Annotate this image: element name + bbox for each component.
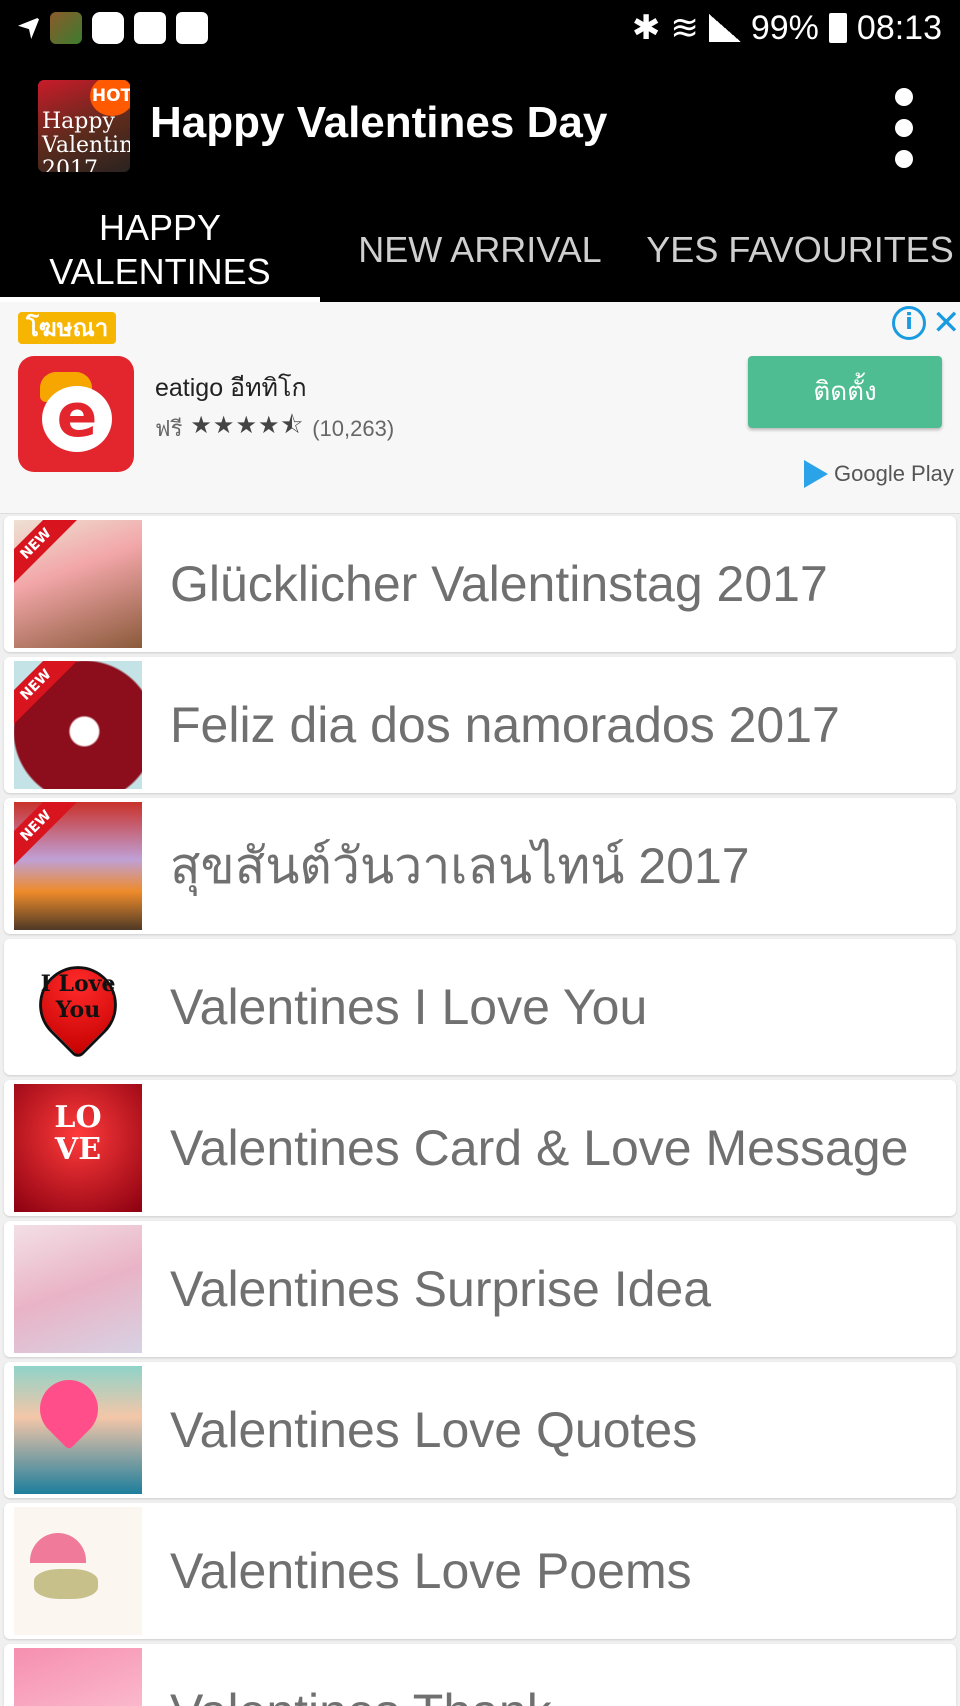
app-logo-text: Happy Valentine's 2017 bbox=[42, 109, 130, 173]
item-title: Valentines Surprise Idea bbox=[170, 1261, 712, 1317]
umbrella-icon bbox=[30, 1533, 86, 1563]
bluetooth-icon: ✱ bbox=[631, 9, 661, 47]
item-thumbnail bbox=[14, 1225, 142, 1353]
play-store-icon bbox=[804, 460, 828, 488]
item-title: Valentines Love Poems bbox=[170, 1543, 692, 1599]
item-title: Valentines I Love You bbox=[170, 979, 648, 1035]
battery-level: 99% bbox=[750, 8, 819, 47]
list-item[interactable]: NEW Glücklicher Valentinstag 2017 bbox=[4, 516, 956, 652]
tab-happy-valentines[interactable]: HAPPY VALENTINES bbox=[0, 198, 320, 302]
app-logo: Happy Valentine's 2017 HOT bbox=[38, 80, 130, 172]
ad-banner[interactable]: โฆษณา i ✕ e eatigo อีททิโก ฟรี ★★★★⯪ (10… bbox=[0, 302, 960, 514]
item-thumbnail bbox=[14, 1366, 142, 1494]
list-item[interactable]: Valentines Surprise Idea bbox=[4, 1221, 956, 1357]
list-item[interactable]: Valentines Thank ... bbox=[4, 1644, 956, 1706]
ad-review-count: (10,263) bbox=[312, 415, 395, 441]
clock: 08:13 bbox=[856, 8, 942, 47]
tab-label: NEW ARRIVAL bbox=[358, 229, 602, 270]
tab-bar: HAPPY VALENTINES NEW ARRIVAL YES FAVOURI… bbox=[0, 198, 960, 302]
ad-rating: ฟรี ★★★★⯪ (10,263) bbox=[155, 408, 394, 449]
birds-icon bbox=[34, 1569, 98, 1599]
star-rating-icon: ★★★★⯪ bbox=[190, 412, 305, 439]
e-letter-shape: e bbox=[42, 386, 112, 452]
briefcase-icon bbox=[176, 12, 208, 44]
item-title: Valentines Thank ... bbox=[170, 1644, 607, 1706]
thumbnail-text: LO VE bbox=[54, 1100, 102, 1167]
google-play-badge: Google Play bbox=[804, 460, 954, 488]
heart-icon bbox=[27, 1367, 111, 1451]
item-thumbnail: NEW bbox=[14, 802, 142, 930]
briefcase-icon bbox=[134, 12, 166, 44]
item-thumbnail: I Love You bbox=[14, 943, 142, 1071]
item-title: Valentines Card & Love Message bbox=[170, 1120, 909, 1176]
app-bar: Happy Valentine's 2017 HOT Happy Valenti… bbox=[0, 58, 960, 198]
thumbnail-text: I Love You bbox=[40, 971, 116, 1023]
list-item[interactable]: Valentines Love Quotes bbox=[4, 1362, 956, 1498]
tab-yes-favourites[interactable]: YES FAVOURITES bbox=[640, 198, 960, 302]
item-title: Valentines Love Quotes bbox=[170, 1402, 698, 1458]
close-icon[interactable]: ✕ bbox=[932, 304, 960, 342]
info-icon[interactable]: i bbox=[892, 306, 926, 340]
ad-app-name[interactable]: eatigo อีททิโก bbox=[155, 368, 307, 408]
list-item[interactable]: NEW Feliz dia dos namorados 2017 bbox=[4, 657, 956, 793]
store-label: Google Play bbox=[834, 461, 954, 486]
item-title: Feliz dia dos namorados 2017 bbox=[170, 697, 840, 753]
new-ribbon: NEW bbox=[14, 661, 80, 729]
list-item[interactable]: Valentines Love Poems bbox=[4, 1503, 956, 1639]
signal-icon bbox=[708, 14, 741, 42]
system-status: ✱ ≋ 99% 08:13 bbox=[632, 8, 942, 48]
wifi-icon: ≋ bbox=[670, 9, 699, 47]
item-thumbnail: NEW bbox=[14, 520, 142, 648]
status-bar: ✱ ≋ 99% 08:13 bbox=[0, 0, 960, 58]
notification-icons bbox=[18, 12, 208, 44]
hot-badge: HOT bbox=[90, 80, 130, 116]
item-title: Glücklicher Valentinstag 2017 bbox=[170, 556, 828, 612]
new-ribbon: NEW bbox=[14, 802, 80, 870]
item-thumbnail: LO VE bbox=[14, 1084, 142, 1212]
new-ribbon: NEW bbox=[14, 520, 80, 588]
app-title: Happy Valentines Day bbox=[150, 98, 608, 147]
camera-notification-icon bbox=[92, 12, 124, 44]
item-title: สุขสันต์วันวาเลนไทน์ 2017 bbox=[170, 837, 750, 894]
more-vertical-icon[interactable] bbox=[886, 88, 922, 168]
install-button[interactable]: ติดตั้ง bbox=[748, 356, 942, 428]
ad-label: โฆษณา bbox=[18, 312, 117, 344]
tab-label: HAPPY VALENTINES bbox=[49, 207, 271, 292]
list-item[interactable]: LO VE Valentines Card & Love Message bbox=[4, 1080, 956, 1216]
tab-new-arrival[interactable]: NEW ARRIVAL bbox=[330, 198, 630, 302]
list-item[interactable]: I Love You Valentines I Love You bbox=[4, 939, 956, 1075]
list-item[interactable]: NEW สุขสันต์วันวาเลนไทน์ 2017 bbox=[4, 798, 956, 934]
item-thumbnail bbox=[14, 1648, 142, 1706]
navigation-icon bbox=[18, 17, 40, 39]
ad-price: ฟรี bbox=[155, 416, 183, 441]
game-notification-icon bbox=[50, 12, 82, 44]
item-thumbnail: NEW bbox=[14, 661, 142, 789]
battery-icon bbox=[828, 13, 847, 43]
item-thumbnail bbox=[14, 1507, 142, 1635]
tab-label: YES FAVOURITES bbox=[646, 229, 954, 270]
ad-app-icon[interactable]: e bbox=[18, 356, 134, 472]
